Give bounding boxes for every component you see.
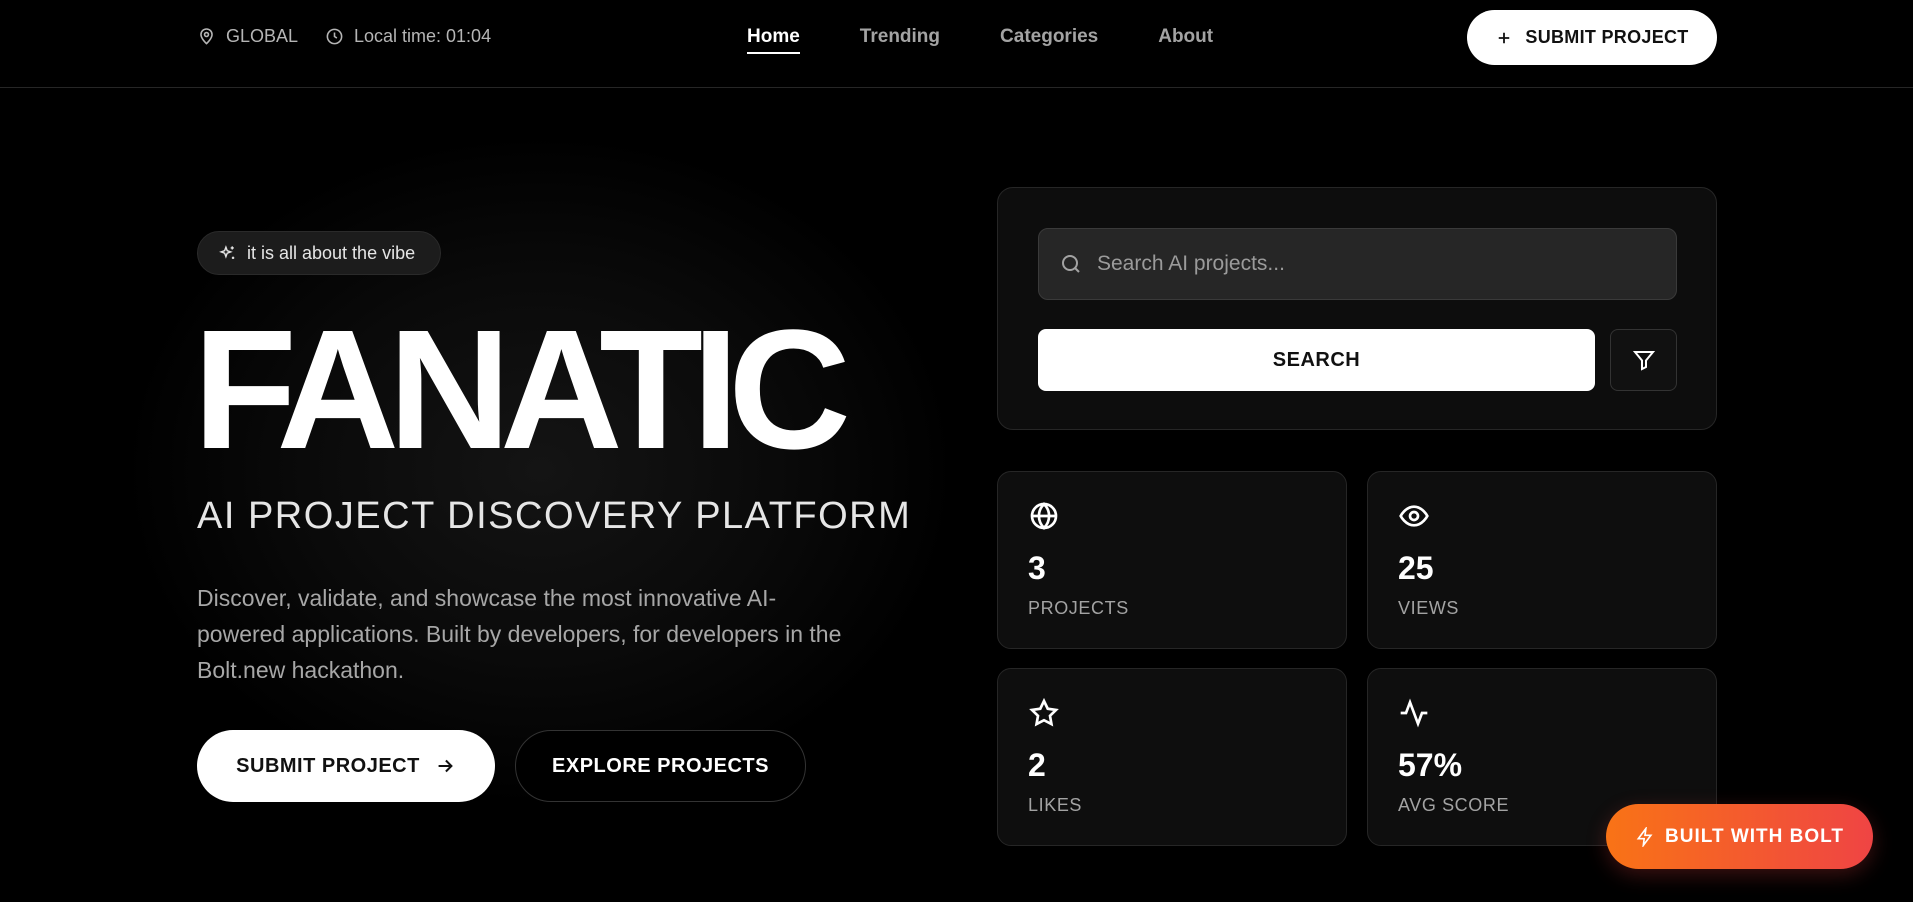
filter-icon (1632, 351, 1655, 371)
nav-home[interactable]: Home (747, 26, 800, 54)
location-label: GLOBAL (226, 26, 299, 46)
nav-categories[interactable]: Categories (1000, 26, 1098, 54)
submit-project-button[interactable]: SUBMIT PROJECT (197, 730, 495, 802)
stat-value: 2 (1028, 747, 1046, 783)
explore-projects-button[interactable]: EXPLORE PROJECTS (515, 730, 806, 802)
hero-description: Discover, validate, and showcase the mos… (197, 585, 842, 683)
activity-icon (1398, 697, 1430, 729)
search-button[interactable]: SEARCH (1038, 329, 1595, 391)
submit-project-label: SUBMIT PROJECT (236, 754, 420, 777)
zap-icon (1636, 826, 1653, 847)
stat-card-projects: 3 PROJECTS (997, 471, 1347, 649)
nav-about[interactable]: About (1158, 26, 1213, 54)
local-time-label: Local time: 01:04 (354, 26, 492, 46)
stat-value: 57% (1398, 747, 1463, 783)
submit-project-header-button[interactable]: SUBMIT PROJECT (1467, 10, 1717, 65)
eye-icon (1398, 500, 1430, 532)
stat-card-likes: 2 LIKES (997, 668, 1347, 846)
vibe-pill-label: it is all about the vibe (247, 242, 416, 263)
brand-title: FANATIC (193, 295, 851, 485)
arrow-right-icon (438, 759, 453, 773)
stat-label: LIKES (1028, 795, 1083, 815)
search-icon (1062, 255, 1080, 273)
stat-value: 3 (1028, 550, 1046, 586)
nav-trending[interactable]: Trending (860, 26, 940, 54)
tagline: AI PROJECT DISCOVERY PLATFORM (197, 495, 912, 537)
search-card: SEARCH (997, 187, 1717, 430)
built-with-bolt-badge[interactable]: BUILT WITH BOLT (1606, 804, 1873, 869)
globe-icon (1028, 500, 1060, 532)
plus-icon (1499, 32, 1510, 43)
stat-card-views: 25 VIEWS (1367, 471, 1717, 649)
search-input[interactable] (1097, 252, 1657, 276)
filter-button[interactable] (1610, 329, 1677, 391)
vibe-pill: it is all about the vibe (197, 231, 441, 275)
location-indicator: GLOBAL (197, 26, 298, 47)
sparkles-icon (219, 244, 235, 259)
main-nav: Home Trending Categories About (747, 26, 1213, 54)
top-navbar: GLOBAL Local time: 01:04 Home Trending C… (0, 0, 1913, 88)
map-pin-icon (200, 28, 213, 45)
star-icon (1028, 697, 1060, 729)
stat-label: AVG SCORE (1398, 795, 1510, 815)
clock-icon (326, 28, 343, 45)
local-time-indicator: Local time: 01:04 (325, 26, 491, 47)
built-with-bolt-label: BUILT WITH BOLT (1665, 825, 1844, 847)
stat-label: VIEWS (1398, 598, 1460, 618)
submit-project-header-label: SUBMIT PROJECT (1525, 27, 1689, 47)
stat-label: PROJECTS (1028, 598, 1129, 618)
stat-value: 25 (1398, 550, 1434, 586)
search-field[interactable] (1038, 228, 1677, 300)
